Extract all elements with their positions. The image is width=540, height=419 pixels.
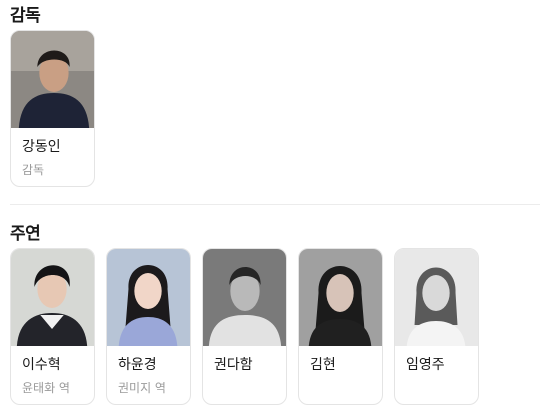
person-card-cast-5[interactable]: 임영주 [394, 248, 479, 405]
person-role: 권미지 역 [118, 381, 166, 395]
person-name: 하윤경 [118, 357, 157, 373]
person-name: 권다함 [214, 357, 253, 373]
person-photo [395, 249, 478, 346]
person-card-cast-2[interactable]: 하윤경 권미지 역 [106, 248, 191, 405]
person-name: 강동인 [22, 139, 61, 155]
person-card-director[interactable]: 강동인 감독 [10, 30, 95, 187]
person-card-cast-1[interactable]: 이수혁 윤태화 역 [10, 248, 95, 405]
person-photo [107, 249, 190, 346]
person-card-cast-4[interactable]: 김현 [298, 248, 383, 405]
person-photo [203, 249, 286, 346]
person-photo [299, 249, 382, 346]
person-card-cast-3[interactable]: 권다함 [202, 248, 287, 405]
person-name: 김현 [310, 357, 336, 373]
section-title-cast: 주연 [10, 224, 41, 244]
person-role: 윤태화 역 [22, 381, 70, 395]
person-photo [11, 249, 94, 346]
person-name: 이수혁 [22, 357, 61, 373]
person-role: 감독 [22, 163, 45, 177]
section-divider [10, 204, 540, 205]
section-title-director: 감독 [10, 6, 41, 26]
person-name: 임영주 [406, 357, 445, 373]
person-photo [11, 31, 94, 128]
